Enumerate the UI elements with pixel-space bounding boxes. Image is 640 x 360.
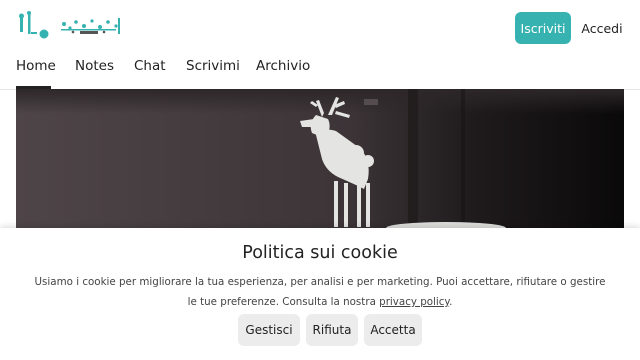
nav-item-archivio[interactable]: Archivio [256, 57, 310, 75]
privacy-policy-link[interactable]: privacy policy [379, 296, 449, 308]
manage-cookies-button[interactable]: Gestisci [238, 314, 300, 346]
site-header: Iscriviti Accedi [0, 0, 640, 56]
nav-item-notes[interactable]: Notes [75, 57, 114, 75]
nav-item-scrivimi[interactable]: Scrivimi [186, 57, 240, 75]
hero-image [16, 89, 624, 228]
site-logo[interactable] [14, 10, 124, 46]
accept-cookies-button[interactable]: Accetta [364, 314, 422, 346]
main-nav: Home Notes Chat Scrivimi Archivio [0, 56, 640, 90]
cookie-banner: Politica sui cookie Usiamo i cookie per … [0, 228, 640, 360]
cookie-title: Politica sui cookie [242, 243, 398, 263]
cookie-text-body: Usiamo i cookie per migliorare la tua es… [34, 276, 606, 308]
nav-item-home[interactable]: Home [16, 57, 56, 75]
reject-cookies-button[interactable]: Rifiuta [306, 314, 358, 346]
login-button[interactable]: Accedi [578, 12, 626, 44]
subscribe-button[interactable]: Iscriviti [515, 12, 571, 44]
cookie-text: Usiamo i cookie per migliorare la tua es… [30, 272, 610, 312]
nav-item-chat[interactable]: Chat [134, 57, 166, 75]
cookie-text-end: . [449, 296, 453, 308]
